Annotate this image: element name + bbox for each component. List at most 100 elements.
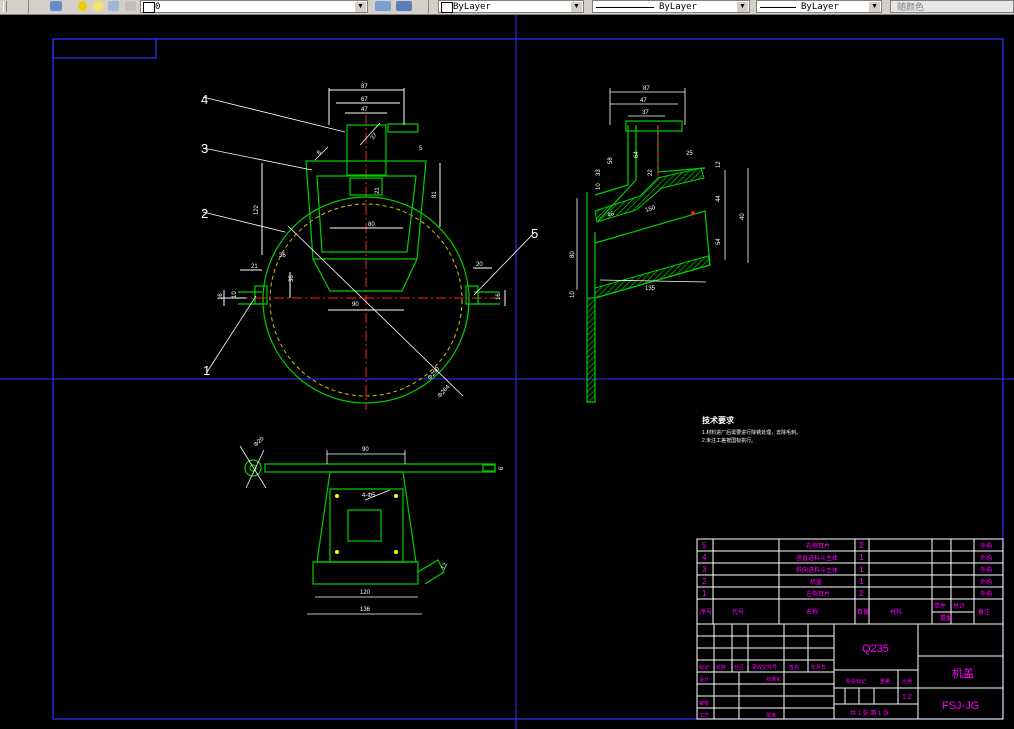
layer-plot-icon[interactable] — [125, 1, 136, 11]
toolbar-grip[interactable] — [0, 0, 8, 13]
label-date: 年月日 — [811, 664, 826, 671]
header-material: 材料 — [890, 608, 902, 616]
chevron-down-icon[interactable]: ▼ — [737, 2, 748, 12]
dim-10: 10 — [232, 291, 238, 298]
header-name: 名称 — [806, 608, 818, 616]
part-name-1: 左侧耳片 — [806, 590, 830, 598]
tech-note-2: 2.未注工差按国标执行。 — [702, 437, 756, 444]
layer-on-bulb-icon[interactable] — [78, 1, 87, 11]
dim-67: 67 — [361, 97, 368, 103]
part-note-4: 外购 — [980, 554, 992, 562]
dim-47: 47 — [361, 107, 368, 113]
part-name-4: 竖直进料斗主体 — [796, 554, 838, 562]
dim-81: 81 — [432, 191, 438, 198]
top-dim-12: 12 — [441, 562, 450, 571]
side-dim-58: 58 — [608, 157, 614, 164]
side-dim-33: 33 — [596, 169, 602, 176]
dim-21: 21 — [375, 187, 381, 194]
dim-36-ear: 36 — [279, 253, 286, 259]
crosshair-cursor — [0, 15, 1014, 729]
part-qty-4: 1 — [859, 553, 864, 562]
make-object-layer-current-icon[interactable] — [375, 1, 391, 11]
dim-87: 87 — [361, 84, 368, 90]
part-qty-2: 1 — [859, 577, 864, 586]
layer-freeze-sun-icon[interactable] — [93, 1, 104, 11]
layer-color-swatch — [143, 2, 155, 13]
header-code: 代号 — [732, 608, 744, 616]
header-total-weight: 总计 — [953, 602, 965, 610]
material-value: Q235 — [862, 643, 889, 655]
side-dim-44: 44 — [716, 195, 722, 202]
chevron-down-icon[interactable]: ▼ — [571, 2, 582, 12]
label-mark: 标记 — [699, 664, 709, 671]
top-dim-90: 90 — [362, 447, 369, 453]
dim-16: 16 — [218, 293, 224, 300]
dim-37: 37 — [370, 132, 379, 141]
layer-dropdown[interactable]: 0 ▼ — [140, 0, 368, 13]
side-dim-64: 64 — [634, 151, 640, 158]
side-dim-12: 12 — [716, 161, 722, 168]
header-qty: 数量 — [857, 608, 869, 616]
color-dropdown[interactable]: ByLayer ▼ — [438, 0, 584, 13]
toolbar-separator — [428, 0, 430, 13]
chevron-down-icon[interactable]: ▼ — [869, 2, 880, 12]
side-dim-22: 22 — [648, 169, 654, 176]
side-dim-150: 150 — [645, 205, 657, 214]
label-weight: 重量 — [880, 678, 890, 685]
label-sign: 签名 — [789, 664, 799, 671]
part-note-1: 外购 — [980, 590, 992, 598]
top-view: 90 Φ20 4-Φ5 120 136 12 6 — [239, 436, 505, 615]
part-name-2: 机盖 — [810, 578, 822, 586]
side-dim-25: 25 — [686, 151, 693, 157]
side-dim-54: 54 — [716, 238, 722, 245]
lineweight-dropdown[interactable]: ByLayer ▼ — [756, 0, 882, 13]
dim-36: 36 — [289, 275, 295, 282]
part-note-2: 外购 — [980, 578, 992, 586]
callout-2: 2 — [201, 206, 208, 221]
part-qty-5: 2 — [859, 541, 864, 550]
header-unit-weight: 单件 — [934, 602, 946, 610]
toolbar-separator — [28, 0, 30, 13]
sheet-count: 共 1 张 第 1 张 — [850, 709, 889, 717]
dimension-lines — [202, 88, 535, 397]
label-process: 工艺 — [699, 713, 709, 719]
side-dim-40: 40 — [740, 213, 746, 220]
side-wall-hatch — [586, 297, 596, 403]
top-dim-dia-20: Φ20 — [253, 436, 266, 449]
layer-lock-icon[interactable] — [108, 1, 119, 11]
side-dim-80: 80 — [570, 251, 576, 258]
lineweight-preview — [760, 7, 796, 8]
drawing-number: FSJ-JG — [942, 700, 979, 712]
dim-dia-264: Φ264 — [437, 384, 452, 400]
side-dim-37: 37 — [642, 110, 649, 116]
header-note: 备注 — [978, 608, 990, 616]
label-stage: 阶段标记 — [846, 678, 866, 685]
tech-note-1: 1.材料进厂后需要进行除锈处理，去除毛刺。 — [702, 429, 801, 436]
label-check: 审核 — [699, 700, 709, 707]
callout-5: 5 — [531, 226, 538, 241]
part-no-5: 5 — [702, 541, 707, 550]
linetype-dropdown[interactable]: ByLayer ▼ — [592, 0, 750, 13]
chevron-down-icon[interactable]: ▼ — [355, 2, 366, 12]
layer-manager-icon[interactable] — [50, 1, 62, 11]
technical-notes: 技术要求 1.材料进厂后需要进行除锈处理，去除毛刺。 2.未注工差按国标执行。 — [702, 415, 801, 444]
part-note-3: 外购 — [980, 566, 992, 574]
hopper-body — [238, 123, 500, 305]
layer-previous-icon[interactable] — [396, 1, 412, 11]
part-no-3: 3 — [702, 565, 707, 574]
callout-3: 3 — [201, 141, 208, 156]
front-view: 87 67 47 80 37 21 5 122 81 90 36 16 20 1… — [201, 84, 538, 410]
drawing-canvas[interactable]: 87 67 47 80 37 21 5 122 81 90 36 16 20 1… — [0, 15, 1014, 729]
top-dim-6: 6 — [499, 466, 505, 470]
part-no-2: 2 — [702, 577, 707, 586]
properties-toolbar: 0 ▼ ByLayer ▼ ByLayer ▼ ByLayer ▼ 随颜色 — [0, 0, 1014, 15]
plotstyle-value: 随颜色 — [897, 3, 925, 13]
label-zone: 分区 — [734, 664, 744, 671]
scale-value: 1:2 — [902, 694, 912, 701]
part-name-3: 斜向进料斗主体 — [796, 566, 838, 574]
part-no-4: 4 — [702, 553, 707, 562]
label-change-doc: 更改文件号 — [752, 664, 777, 671]
side-dim-10: 10 — [570, 291, 576, 298]
callout-4: 4 — [201, 92, 208, 107]
side-dim-87: 87 — [643, 86, 650, 92]
